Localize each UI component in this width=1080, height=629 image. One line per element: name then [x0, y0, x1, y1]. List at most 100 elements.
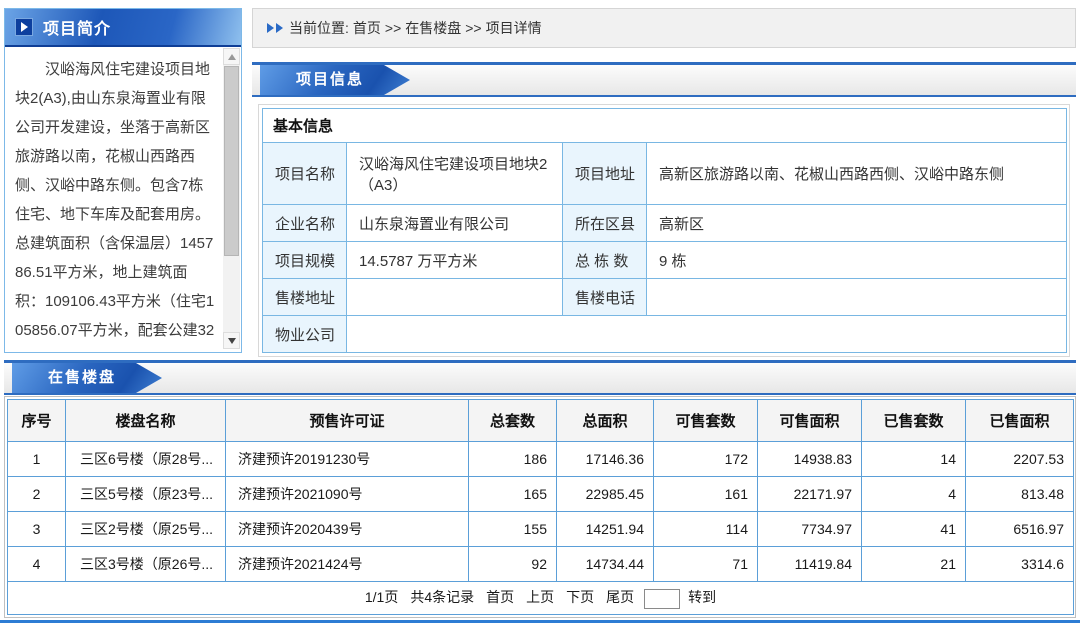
col-header-sold-units: 已售套数: [862, 400, 966, 442]
pagination-bar: 1/1页共4条记录首页上页下页尾页 转到: [8, 582, 1074, 615]
listing-sellable-area: 11419.84: [758, 547, 862, 582]
scroll-up-button[interactable]: [223, 48, 240, 65]
last-page-link[interactable]: 尾页: [606, 589, 634, 605]
breadcrumb-prefix: 当前位置:: [289, 18, 349, 38]
listings-header-row: 序号 楼盘名称 预售许可证 总套数 总面积 可售套数 可售面积 已售套数 已售面…: [8, 400, 1074, 442]
listing-sold-area: 2207.53: [966, 442, 1074, 477]
project-info-section-bar: 项目信息: [252, 62, 1076, 97]
bottom-divider: [0, 620, 1080, 623]
listing-row: 1 三区6号楼（原28号... 济建预许20191230号 186 17146.…: [8, 442, 1074, 477]
basic-info-title: 基本信息: [263, 109, 1067, 143]
listing-name-link-highlighted[interactable]: 三区5号楼（原23号...: [66, 477, 226, 512]
listing-seq: 1: [8, 442, 66, 477]
listing-total-units: 165: [469, 477, 557, 512]
listing-license: 济建预许2021090号: [226, 477, 469, 512]
label-project-scale: 项目规模: [263, 242, 347, 279]
arrow-right-icon: [15, 18, 33, 36]
listing-sellable-units: 172: [654, 442, 758, 477]
project-intro-header: 项目简介: [5, 9, 241, 47]
label-property-company: 物业公司: [263, 316, 347, 353]
breadcrumb-separator: >>: [385, 20, 401, 36]
listing-total-units: 186: [469, 442, 557, 477]
prev-page-link[interactable]: 上页: [526, 589, 554, 605]
col-header-sold-area: 已售面积: [966, 400, 1074, 442]
listings-table: 序号 楼盘名称 预售许可证 总套数 总面积 可售套数 可售面积 已售套数 已售面…: [7, 399, 1074, 615]
listing-sellable-units: 71: [654, 547, 758, 582]
listing-total-units: 92: [469, 547, 557, 582]
listing-seq: 4: [8, 547, 66, 582]
value-sales-phone: [647, 279, 1067, 316]
listing-sold-area: 3314.6: [966, 547, 1074, 582]
listing-sold-units: 4: [862, 477, 966, 512]
project-intro-panel: 项目简介 汉峪海风住宅建设项目地块2(A3),由山东泉海置业有限公司开发建设，坐…: [4, 8, 242, 353]
scrollbar-track[interactable]: [223, 48, 240, 349]
listing-total-area: 14734.44: [557, 547, 654, 582]
col-header-total-area: 总面积: [557, 400, 654, 442]
listing-total-area: 14251.94: [557, 512, 654, 547]
listing-name-link[interactable]: 三区3号楼（原26号...: [66, 547, 226, 582]
col-header-name: 楼盘名称: [66, 400, 226, 442]
col-header-total-units: 总套数: [469, 400, 557, 442]
record-count: 共4条记录: [410, 589, 474, 605]
value-company-name: 山东泉海置业有限公司: [347, 205, 563, 242]
listing-name-link[interactable]: 三区6号楼（原28号...: [66, 442, 226, 477]
label-sales-phone: 售楼电话: [563, 279, 647, 316]
listing-name-link[interactable]: 三区2号楼（原25号...: [66, 512, 226, 547]
listing-sellable-units: 114: [654, 512, 758, 547]
page-indicator: 1/1页: [365, 589, 398, 605]
listing-license: 济建预许20191230号: [226, 442, 469, 477]
listings-wrapper: 序号 楼盘名称 预售许可证 总套数 总面积 可售套数 可售面积 已售套数 已售面…: [4, 396, 1076, 618]
label-sales-address: 售楼地址: [263, 279, 347, 316]
goto-button[interactable]: 转到: [688, 589, 716, 605]
value-total-buildings: 9 栋: [647, 242, 1067, 279]
listing-total-units: 155: [469, 512, 557, 547]
label-district: 所在区县: [563, 205, 647, 242]
breadcrumb-section-link[interactable]: 在售楼盘: [405, 18, 461, 38]
label-project-address: 项目地址: [563, 143, 647, 205]
listing-license: 济建预许2021424号: [226, 547, 469, 582]
goto-page-input[interactable]: [644, 589, 680, 609]
breadcrumb-current: 项目详情: [486, 18, 542, 38]
basic-info-wrapper: 基本信息 项目名称 汉峪海风住宅建设项目地块2（A3） 项目地址 高新区旅游路以…: [258, 104, 1070, 357]
value-project-address: 高新区旅游路以南、花椒山西路西侧、汉峪中路东侧: [647, 143, 1067, 205]
col-header-sellable-area: 可售面积: [758, 400, 862, 442]
basic-info-table: 基本信息 项目名称 汉峪海风住宅建设项目地块2（A3） 项目地址 高新区旅游路以…: [262, 108, 1067, 353]
next-page-link[interactable]: 下页: [566, 589, 594, 605]
listing-sellable-units: 161: [654, 477, 758, 512]
value-project-scale: 14.5787 万平方米: [347, 242, 563, 279]
scrollbar-thumb[interactable]: [224, 66, 239, 256]
listing-seq: 2: [8, 477, 66, 512]
col-header-license: 预售许可证: [226, 400, 469, 442]
listing-sellable-area: 7734.97: [758, 512, 862, 547]
listing-seq: 3: [8, 512, 66, 547]
listing-sold-area: 813.48: [966, 477, 1074, 512]
section-tab-project-info: 项目信息: [260, 65, 410, 95]
col-header-seq: 序号: [8, 400, 66, 442]
listings-section-bar: 在售楼盘: [4, 360, 1076, 395]
value-sales-address: [347, 279, 563, 316]
page-root: 项目简介 汉峪海风住宅建设项目地块2(A3),由山东泉海置业有限公司开发建设，坐…: [0, 0, 1080, 629]
listing-total-area: 17146.36: [557, 442, 654, 477]
listing-row: 3 三区2号楼（原25号... 济建预许2020439号 155 14251.9…: [8, 512, 1074, 547]
arrow-down-icon: [228, 338, 236, 344]
breadcrumb-separator: >>: [465, 20, 481, 36]
breadcrumb-home-link[interactable]: 首页: [353, 18, 381, 38]
listing-sellable-area: 14938.83: [758, 442, 862, 477]
label-project-name: 项目名称: [263, 143, 347, 205]
listing-sellable-area: 22171.97: [758, 477, 862, 512]
label-total-buildings: 总 栋 数: [563, 242, 647, 279]
value-property-company: [347, 316, 1067, 353]
first-page-link[interactable]: 首页: [486, 589, 514, 605]
listing-sold-units: 21: [862, 547, 966, 582]
listing-sold-units: 41: [862, 512, 966, 547]
project-intro-title: 项目简介: [43, 15, 111, 39]
breadcrumb: 当前位置: 首页 >> 在售楼盘 >> 项目详情: [252, 8, 1076, 48]
label-company-name: 企业名称: [263, 205, 347, 242]
double-arrow-icon: [267, 23, 285, 33]
value-district: 高新区: [647, 205, 1067, 242]
scroll-down-button[interactable]: [223, 332, 240, 349]
col-header-sellable-units: 可售套数: [654, 400, 758, 442]
listing-row: 4 三区3号楼（原26号... 济建预许2021424号 92 14734.44…: [8, 547, 1074, 582]
listing-license: 济建预许2020439号: [226, 512, 469, 547]
project-intro-text: 汉峪海风住宅建设项目地块2(A3),由山东泉海置业有限公司开发建设，坐落于高新区…: [15, 55, 215, 350]
